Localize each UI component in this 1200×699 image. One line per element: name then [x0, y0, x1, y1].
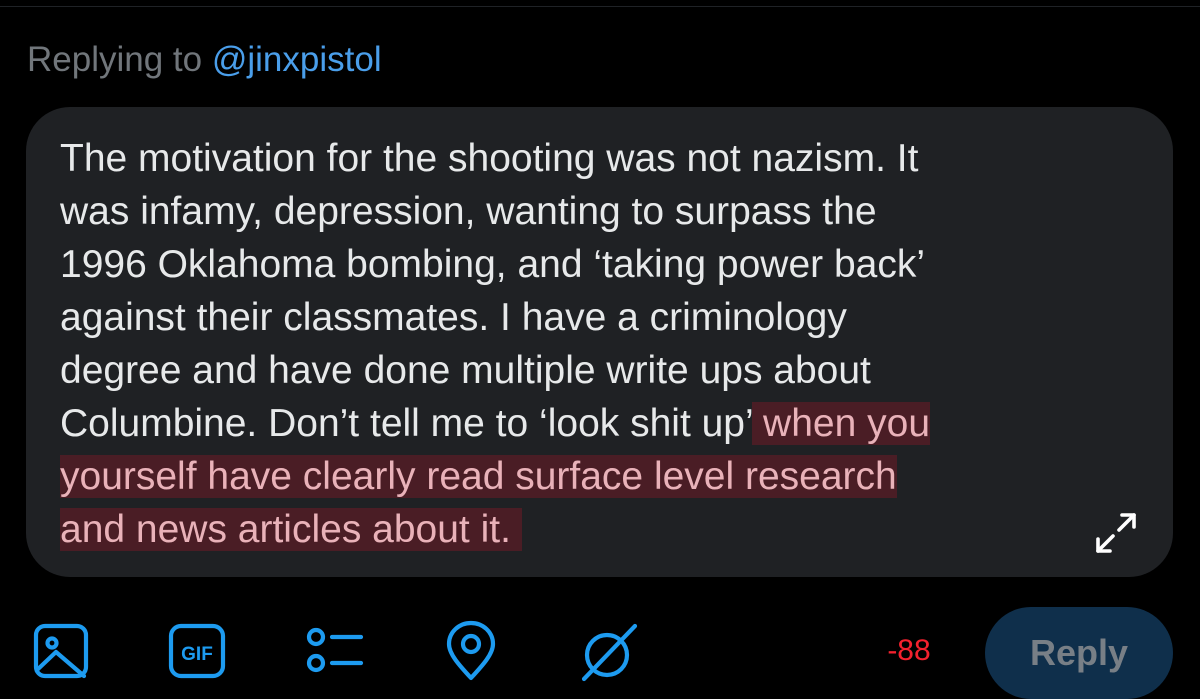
poll-icon[interactable] [303, 620, 365, 682]
expand-arrows-icon[interactable] [1094, 511, 1138, 555]
gif-icon[interactable]: GIF [166, 620, 228, 682]
compose-text-within-limit: The motivation for the shooting was not … [60, 137, 926, 445]
character-counter: -88 [887, 634, 931, 667]
svg-text:GIF: GIF [181, 644, 213, 665]
image-icon[interactable] [30, 620, 92, 682]
replying-to-label: Replying to [27, 40, 203, 79]
reply-handle-link[interactable]: @jinxpistol [212, 40, 382, 79]
location-icon[interactable] [440, 620, 502, 682]
top-divider [0, 0, 1200, 7]
reply-button[interactable]: Reply [985, 607, 1173, 699]
schedule-disabled-icon[interactable] [578, 620, 640, 682]
compose-text[interactable]: The motivation for the shooting was not … [60, 132, 1120, 556]
replying-to-header: Replying to @jinxpistol [27, 36, 382, 84]
